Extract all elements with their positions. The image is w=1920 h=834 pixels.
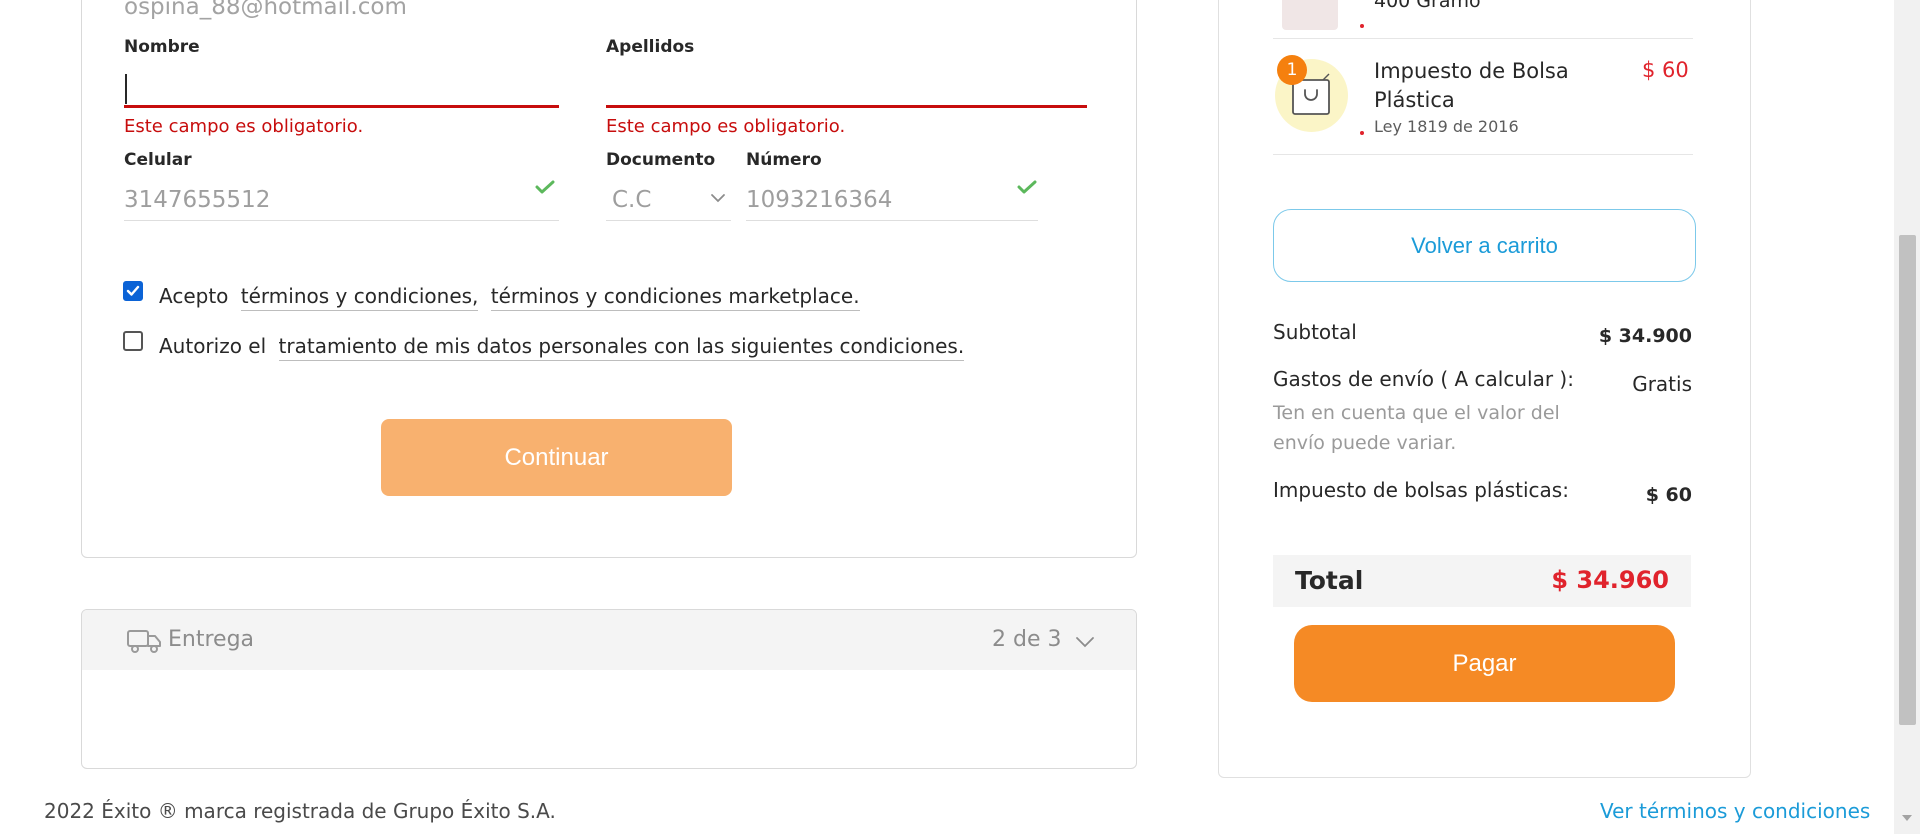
- apellidos-input[interactable]: [606, 68, 1087, 108]
- numero-label: Número: [746, 150, 822, 170]
- numero-value: 1093216364: [746, 187, 893, 213]
- delivery-header[interactable]: Entrega 2 de 3: [82, 610, 1136, 670]
- text-caret: [125, 74, 127, 104]
- nombre-label: Nombre: [124, 37, 200, 57]
- terms-text: Acepto términos y condiciones, términos …: [159, 284, 860, 311]
- bullet-dot: [1360, 131, 1364, 135]
- privacy-checkbox[interactable]: [123, 331, 143, 351]
- checkmark-icon: [126, 285, 140, 296]
- privacy-text: Autorizo el tratamiento de mis datos per…: [159, 334, 965, 361]
- subtotal-value: $ 34.900: [1598, 325, 1692, 347]
- truck-icon: [127, 630, 161, 653]
- shipping-note: Ten en cuenta que el valor del envío pue…: [1273, 402, 1560, 454]
- chevron-down-icon[interactable]: [710, 193, 726, 203]
- chevron-down-icon[interactable]: [1075, 636, 1095, 648]
- bag-tax-value: $ 60: [1645, 484, 1692, 506]
- item-name: Impuesto de Bolsa Plástica: [1374, 59, 1569, 112]
- shipping-label: Gastos de envío ( A calcular ):: [1273, 367, 1574, 391]
- terms-link[interactable]: términos y condiciones,: [240, 284, 479, 311]
- divider: [1273, 38, 1693, 39]
- total-value: $ 34.960: [1551, 566, 1669, 594]
- total-row: Total $ 34.960: [1273, 555, 1691, 607]
- delivery-section[interactable]: Entrega 2 de 3: [81, 609, 1137, 769]
- nombre-error: Este campo es obligatorio.: [124, 116, 364, 137]
- celular-input[interactable]: 3147655512: [124, 181, 559, 221]
- documento-value: C.C: [612, 187, 652, 213]
- item-quantity-badge: 1: [1277, 55, 1307, 85]
- email-field-value[interactable]: ospina_88@hotmail.com: [124, 0, 407, 20]
- footer-terms-link[interactable]: Ver términos y condiciones: [1600, 799, 1870, 823]
- documento-label: Documento: [606, 150, 716, 170]
- scroll-down-arrow-icon[interactable]: [1901, 814, 1913, 822]
- item-price: $ 60: [1642, 58, 1689, 82]
- marketplace-terms-link[interactable]: términos y condiciones marketplace.: [490, 284, 860, 311]
- nombre-input[interactable]: [124, 68, 559, 108]
- apellidos-error: Este campo es obligatorio.: [606, 116, 846, 137]
- divider: [1273, 154, 1693, 155]
- scrollbar-thumb[interactable]: [1899, 235, 1916, 725]
- delivery-step-indicator: 2 de 3: [992, 627, 1062, 652]
- privacy-prefix: Autorizo el: [159, 334, 267, 358]
- apellidos-label: Apellidos: [606, 37, 695, 57]
- back-to-cart-button[interactable]: Volver a carrito: [1273, 209, 1696, 282]
- pay-button[interactable]: Pagar: [1294, 625, 1675, 702]
- total-label: Total: [1295, 566, 1364, 595]
- item-subtitle: Ley 1819 de 2016: [1374, 117, 1519, 136]
- bullet-dot: [1360, 24, 1364, 28]
- privacy-link[interactable]: tratamiento de mis datos personales con …: [278, 334, 965, 361]
- numero-input[interactable]: 1093216364: [746, 181, 1038, 221]
- subtotal-label: Subtotal: [1273, 320, 1357, 344]
- previous-product-thumbnail: [1282, 0, 1338, 30]
- delivery-title: Entrega: [168, 627, 255, 652]
- footer-copyright: 2022 Éxito ® marca registrada de Grupo É…: [44, 799, 556, 823]
- page-scrollbar[interactable]: [1894, 0, 1920, 834]
- continue-button[interactable]: Continuar: [381, 419, 732, 496]
- celular-valid-check-icon: [535, 180, 555, 194]
- terms-prefix: Acepto: [159, 284, 229, 308]
- celular-value: 3147655512: [124, 187, 271, 213]
- numero-valid-check-icon: [1017, 180, 1037, 194]
- shipping-value: Gratis: [1632, 372, 1692, 396]
- previous-product-quantity: 400 Gramo: [1374, 0, 1481, 12]
- bag-tax-label: Impuesto de bolsas plásticas:: [1273, 478, 1569, 502]
- celular-label: Celular: [124, 150, 192, 170]
- terms-checkbox[interactable]: [123, 281, 143, 301]
